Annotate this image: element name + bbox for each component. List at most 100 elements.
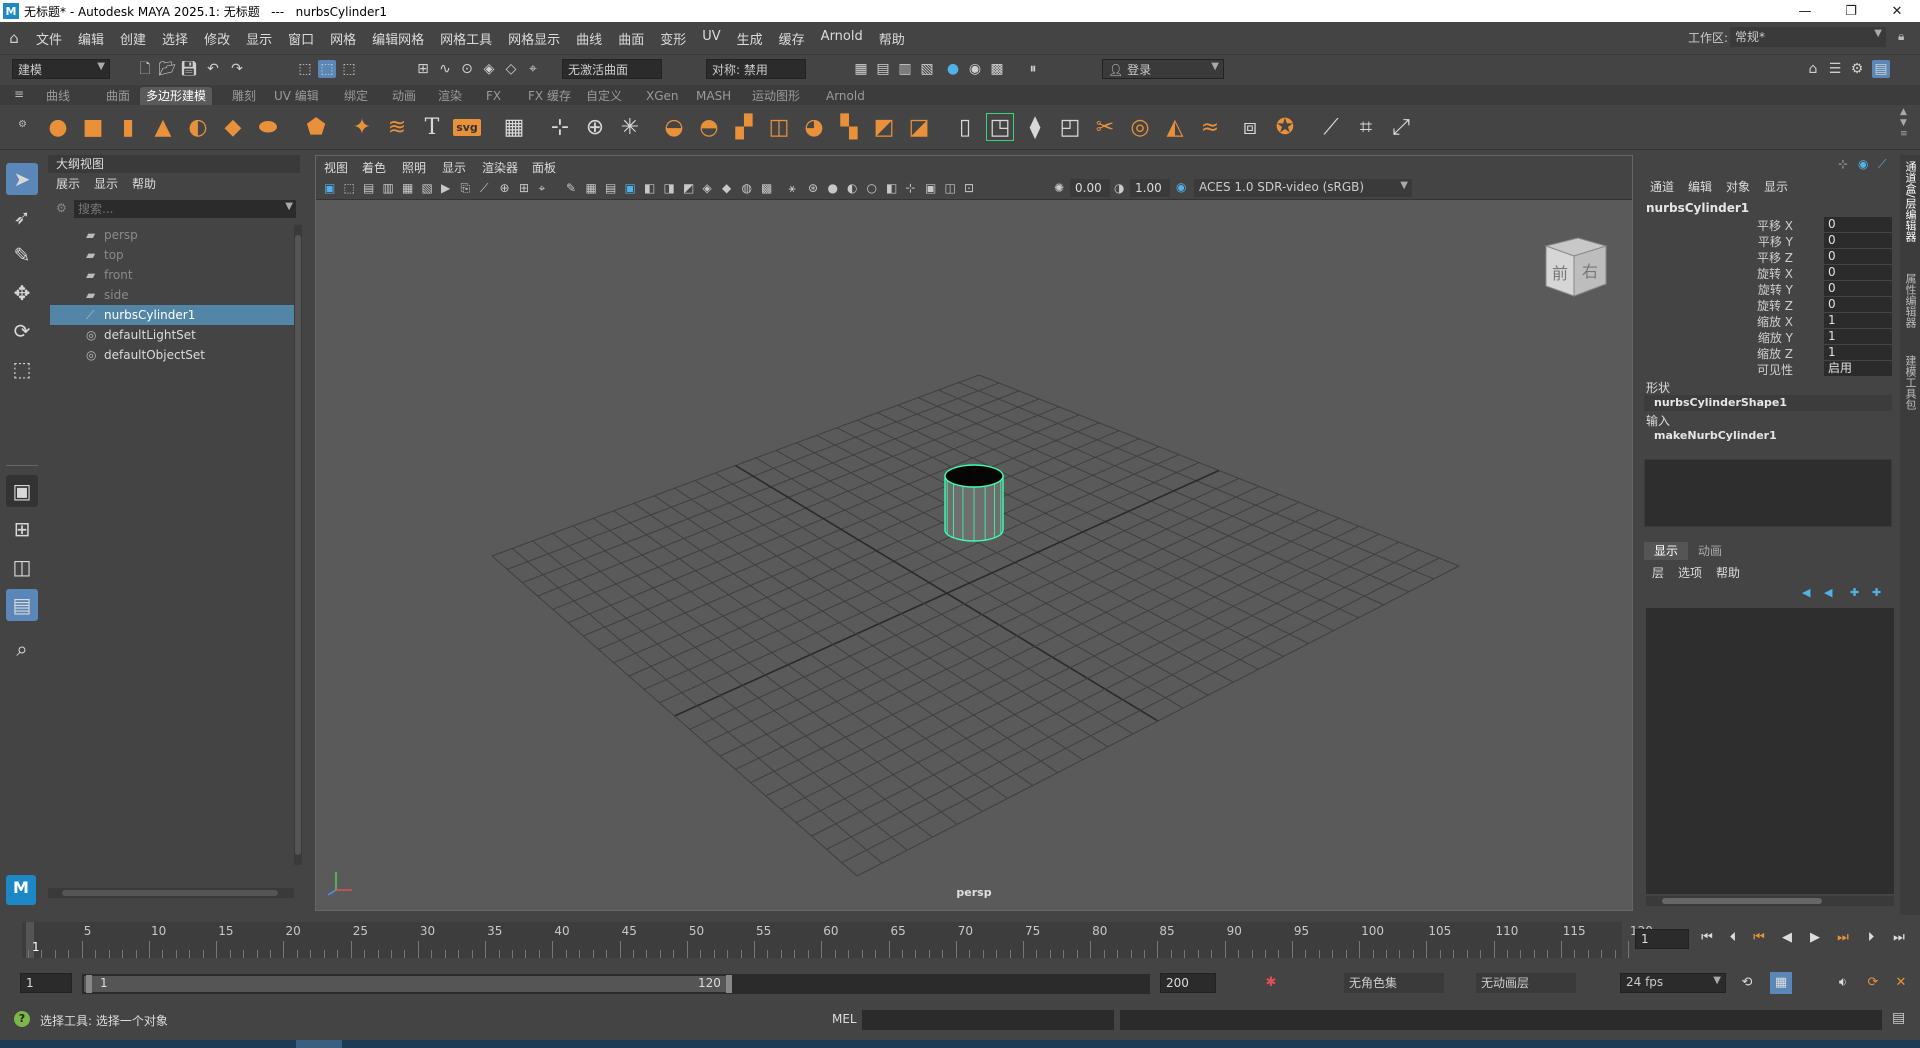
layer-move-up-icon[interactable]: ◀	[1802, 586, 1810, 599]
range-slider[interactable]: 1 120	[82, 974, 1150, 994]
freeze-transform-icon[interactable]: ⤢	[1387, 113, 1415, 141]
animation-end-field[interactable]: 200	[1160, 973, 1216, 993]
poly-cone-icon[interactable]: ▲	[149, 113, 177, 141]
viewport-tool-icon[interactable]: ▤	[363, 181, 374, 195]
shelf-tab[interactable]: FX	[480, 87, 507, 105]
settings-icon[interactable]: ✕	[1890, 972, 1912, 994]
menu-item[interactable]: 显示	[238, 29, 280, 48]
layer-editor-menu-item[interactable]: 选项	[1678, 564, 1702, 581]
view-cube[interactable]: 前 右	[1542, 234, 1608, 297]
color-management-icon[interactable]: ◉	[1176, 180, 1186, 194]
time-ruler[interactable]: 1 5 10 15 20 25 30 35 40 45 50 55 60 65 70 75 80 85 90 95 1…	[22, 922, 1653, 958]
cache-playback-icon[interactable]: ▦	[1770, 972, 1792, 994]
step-forward-key-icon[interactable]: ⏭	[1832, 927, 1854, 949]
outliner-item[interactable]: ▰ persp	[50, 225, 294, 245]
shelf-tab[interactable]: 多边形建模	[140, 87, 213, 105]
append-icon[interactable]: ◰	[1056, 113, 1084, 141]
outliner-search-input[interactable]: 搜索... ▼	[74, 200, 296, 218]
select-object-icon[interactable]: ⬚	[318, 60, 336, 78]
shelf-tab[interactable]: 曲线	[40, 87, 76, 105]
menu-item[interactable]: 网格	[322, 29, 364, 48]
viewport-tool-icon[interactable]: ●	[828, 181, 838, 195]
menu-item[interactable]: 选择	[154, 29, 196, 48]
layer-hscrollbar[interactable]	[1646, 896, 1894, 906]
anim-layer-dropdown[interactable]: 无动画层	[1476, 973, 1576, 993]
shelf-tab[interactable]: 绑定	[338, 87, 374, 105]
viewport-tool-icon[interactable]: ▩	[761, 181, 772, 195]
menu-item[interactable]: 创建	[112, 29, 154, 48]
type-tool-icon[interactable]: T	[418, 113, 446, 141]
select-component-icon[interactable]: ⬚	[340, 60, 358, 78]
channel-value-field[interactable]: 0	[1824, 233, 1892, 248]
menu-item[interactable]: UV	[694, 29, 728, 48]
viewport-tool-icon[interactable]: ◩	[683, 181, 694, 195]
sound-icon[interactable]: 🔉︎	[1832, 972, 1854, 994]
menu-item[interactable]: 曲面	[610, 29, 652, 48]
menu-item[interactable]: 缓存	[771, 29, 813, 48]
poly-torus-icon[interactable]: ◐	[184, 113, 212, 141]
channel-label[interactable]: 旋转 Z	[1757, 297, 1793, 314]
outliner-view-icon[interactable]: ▤	[6, 589, 38, 621]
fps-dropdown[interactable]: 24 fps ▼	[1620, 973, 1726, 993]
retopo-icon[interactable]: ◩	[870, 113, 898, 141]
auto-key-icon[interactable]: ✱	[1260, 972, 1282, 994]
menu-item[interactable]: 帮助	[871, 29, 913, 48]
gamma-icon[interactable]: ◑	[1114, 181, 1124, 195]
input-node-name[interactable]: makeNurbCylinder1	[1644, 428, 1892, 444]
shelf-tab[interactable]: 渲染	[432, 87, 468, 105]
script-editor-icon[interactable]: ▤	[1892, 1010, 1905, 1026]
outliner-item[interactable]: ◎ defaultObjectSet	[50, 345, 294, 365]
viewport-tool-icon[interactable]: ◆	[722, 181, 731, 195]
menu-item[interactable]: 文件	[28, 29, 70, 48]
bridge-icon[interactable]: ⧫	[1021, 113, 1049, 141]
channel-value-field[interactable]: 0	[1824, 217, 1892, 232]
viewport-tool-icon[interactable]: ◧	[644, 181, 655, 195]
ipr-render-icon[interactable]: ▥	[896, 60, 914, 78]
arnold-render-icon[interactable]: ◉	[966, 60, 984, 78]
viewport-menu-item[interactable]: 照明	[402, 159, 426, 176]
search-icon[interactable]: ⌕	[6, 633, 38, 665]
outliner-menu-item[interactable]: 显示	[94, 175, 118, 193]
viewport-tool-icon[interactable]: ▣	[925, 181, 936, 195]
world-origin-icon[interactable]: ✳	[616, 113, 644, 141]
viewport-tool-icon[interactable]: ▧	[422, 181, 433, 195]
exposure-icon[interactable]: ✺	[1054, 181, 1064, 195]
layer-editor-menu-item[interactable]: 层	[1652, 564, 1664, 581]
viewport-tool-icon[interactable]: ◐	[847, 181, 857, 195]
select-tool-icon[interactable]: ➤	[6, 163, 38, 195]
channel-label[interactable]: 旋转 X	[1757, 265, 1793, 282]
maya-home-icon[interactable]: M	[6, 875, 36, 905]
measure-tool-icon[interactable]: ⊹	[546, 113, 574, 141]
snap-surface-icon[interactable]: ◇	[502, 60, 520, 78]
symmetry-dropdown[interactable]: 对称: 禁用	[706, 59, 806, 79]
shape-node-name[interactable]: nurbsCylinderShape1	[1644, 395, 1892, 411]
menu-item[interactable]: 编辑	[70, 29, 112, 48]
outliner-menu-item[interactable]: 展示	[56, 175, 80, 193]
platonic-solid-icon[interactable]: ⬟	[302, 113, 330, 141]
go-to-start-icon[interactable]: ⏮	[1696, 927, 1718, 949]
channel-value-field[interactable]: 1	[1824, 329, 1892, 344]
shelf-tab[interactable]: 运动图形	[746, 87, 806, 105]
side-tab[interactable]: 通道盒/层编辑器	[1902, 161, 1918, 242]
menu-item[interactable]: 生成	[729, 29, 771, 48]
time-slider[interactable]: 1 5 10 15 20 25 30 35 40 45 50 55 60 65 70 75 80 85 90 95 1…	[0, 915, 1920, 967]
viewport-tool-icon[interactable]: ⊛	[808, 181, 818, 195]
viewport-tool-icon[interactable]: ▤	[605, 181, 616, 195]
channelbox-menu-item[interactable]: 显示	[1764, 178, 1788, 195]
outliner-menu-item[interactable]: 帮助	[132, 175, 156, 193]
attribute-editor-icon[interactable]: ☰	[1826, 60, 1844, 78]
viewport-tool-icon[interactable]: ⊞	[519, 181, 529, 195]
viewport-tool-icon[interactable]: ⬚	[344, 181, 355, 195]
quad-draw-icon[interactable]: ◭	[1161, 113, 1189, 141]
viewport-tool-icon[interactable]: ⊹	[906, 181, 916, 195]
shelf-scroll-icon[interactable]: ▲ ▼ ≡	[1900, 107, 1908, 140]
shelf-tab[interactable]: MASH	[690, 87, 737, 105]
separate-icon[interactable]: ◓	[695, 113, 723, 141]
channel-value-field[interactable]: 启用	[1824, 361, 1892, 376]
viewport-tool-icon[interactable]: ▦	[402, 181, 413, 195]
viewport-tool-icon[interactable]: ▣	[324, 181, 335, 195]
channel-label[interactable]: 缩放 Z	[1757, 345, 1793, 362]
outliner-scrollbar[interactable]	[294, 225, 302, 865]
move-tool-icon[interactable]: ✥	[6, 277, 38, 309]
shelf-tab[interactable]: 雕刻	[226, 87, 262, 105]
